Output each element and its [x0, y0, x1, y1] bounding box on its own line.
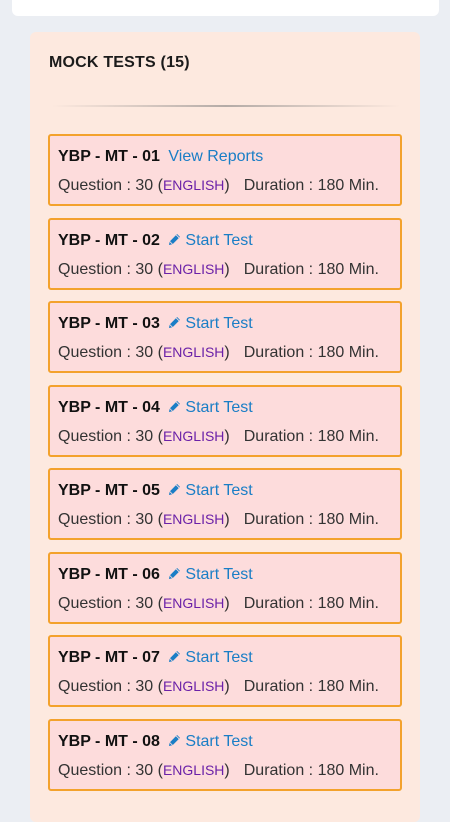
test-action-label: Start Test — [185, 732, 253, 750]
question-info: Question : 30 ( — [58, 594, 163, 612]
test-code: YBP - MT - 06 — [58, 565, 160, 583]
test-card: YBP - MT - 08 Start Test Question : 30 (… — [48, 718, 402, 791]
test-action-link[interactable]: Start Test — [168, 315, 253, 332]
pencil-icon — [169, 484, 181, 496]
question-close: ) — [224, 427, 230, 445]
pencil-icon — [169, 734, 181, 746]
test-code: YBP - MT - 01 — [58, 148, 160, 165]
test-action-label: Start Test — [185, 482, 253, 499]
test-action-label: Start Test — [185, 398, 253, 416]
pencil-icon — [169, 651, 181, 663]
test-card: YBP - MT - 01 View Reports Question : 30… — [48, 134, 402, 206]
test-list: YBP - MT - 01 View Reports Question : 30… — [48, 134, 402, 802]
test-action-label: Start Test — [185, 231, 253, 249]
divider — [52, 105, 400, 107]
question-close: ) — [224, 260, 230, 278]
test-action-label: Start Test — [185, 565, 253, 583]
pencil-icon — [169, 400, 181, 412]
test-action-link[interactable]: Start Test — [168, 565, 253, 583]
duration-info: Duration : 180 Min. — [243, 511, 379, 528]
test-code: YBP - MT - 05 — [58, 482, 160, 499]
test-code: YBP - MT - 03 — [58, 315, 160, 332]
test-card: YBP - MT - 03 Start Test Question : 30 (… — [48, 301, 402, 373]
question-info: Question : 30 ( — [58, 177, 163, 194]
test-action-link[interactable]: Start Test — [168, 649, 253, 666]
duration-info: Duration : 180 Min. — [243, 260, 379, 278]
test-action-link[interactable]: Start Test — [168, 231, 253, 249]
test-action-link[interactable]: Start Test — [168, 398, 253, 416]
language-tag: ENGLISH — [162, 594, 225, 611]
language-tag: ENGLISH — [162, 260, 225, 277]
duration-info: Duration : 180 Min. — [243, 344, 379, 361]
question-close: ) — [224, 511, 230, 528]
test-card: YBP - MT - 05 Start Test Question : 30 (… — [48, 468, 402, 540]
test-card: YBP - MT - 07 Start Test Question : 30 (… — [48, 635, 402, 707]
question-close: ) — [224, 594, 230, 612]
question-info: Question : 30 ( — [58, 761, 163, 779]
language-tag: ENGLISH — [162, 427, 225, 444]
question-close: ) — [224, 761, 230, 779]
pencil-icon — [169, 233, 181, 245]
test-action-label: View Reports — [168, 148, 264, 165]
test-code: YBP - MT - 04 — [58, 398, 160, 416]
test-action-link[interactable]: Start Test — [168, 732, 253, 750]
question-info: Question : 30 ( — [58, 260, 163, 278]
panel-title: MOCK TESTS (15) — [49, 54, 190, 71]
duration-info: Duration : 180 Min. — [243, 177, 379, 194]
test-code: YBP - MT - 07 — [58, 649, 160, 666]
pencil-icon — [169, 317, 181, 329]
language-tag: ENGLISH — [162, 344, 225, 360]
question-info: Question : 30 ( — [58, 511, 163, 528]
language-tag: ENGLISH — [162, 511, 225, 527]
language-tag: ENGLISH — [162, 761, 225, 778]
test-card: YBP - MT - 06 Start Test Question : 30 (… — [48, 551, 402, 624]
test-card: YBP - MT - 04 Start Test Question : 30 (… — [48, 384, 402, 457]
duration-info: Duration : 180 Min. — [243, 678, 379, 695]
test-card: YBP - MT - 02 Start Test Question : 30 (… — [48, 217, 402, 290]
test-action-label: Start Test — [185, 649, 253, 666]
language-tag: ENGLISH — [162, 678, 225, 694]
question-info: Question : 30 ( — [58, 344, 163, 361]
test-code: YBP - MT - 08 — [58, 732, 160, 750]
question-close: ) — [224, 344, 230, 361]
test-action-label: Start Test — [185, 315, 253, 332]
test-action-link[interactable]: Start Test — [168, 482, 253, 499]
test-code: YBP - MT - 02 — [58, 231, 160, 249]
mock-tests-panel: MOCK TESTS (15) YBP - MT - 01 View Repor… — [30, 32, 420, 822]
duration-info: Duration : 180 Min. — [243, 761, 379, 779]
question-close: ) — [224, 678, 230, 695]
question-close: ) — [224, 177, 230, 194]
pencil-icon — [169, 567, 181, 579]
question-info: Question : 30 ( — [58, 678, 163, 695]
duration-info: Duration : 180 Min. — [243, 427, 379, 445]
test-action-link[interactable]: View Reports — [168, 148, 263, 165]
duration-info: Duration : 180 Min. — [243, 594, 379, 612]
question-info: Question : 30 ( — [58, 427, 163, 445]
language-tag: ENGLISH — [162, 177, 225, 193]
top-card-edge — [12, 0, 439, 16]
